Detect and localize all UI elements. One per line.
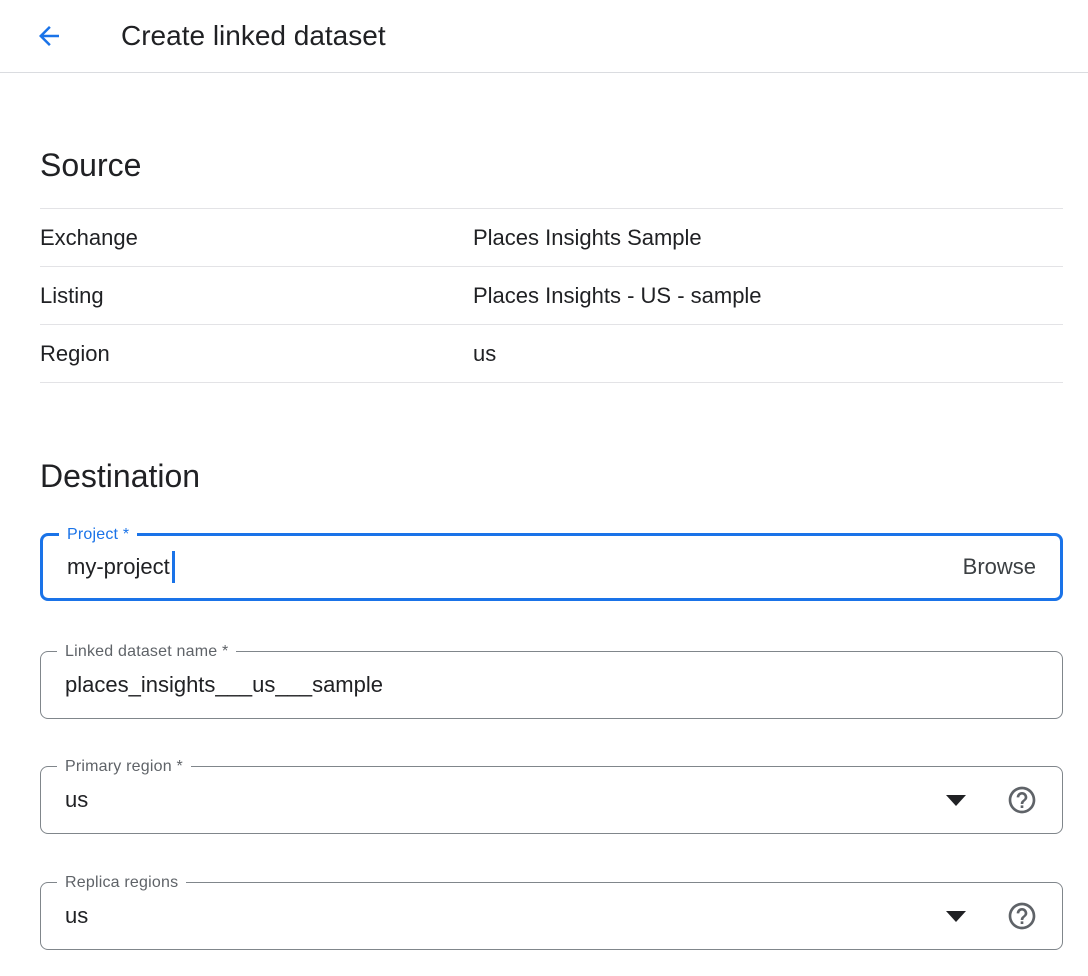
help-outline-icon [1006,784,1038,816]
row-label: Exchange [40,225,473,251]
replica-regions-select[interactable]: Replica regions us [40,882,1063,950]
replica-regions-label: Replica regions [57,873,186,893]
project-field[interactable]: Project * my-project Browse [40,533,1063,601]
primary-region-label: Primary region * [57,757,191,777]
project-field-value[interactable]: my-project [67,554,170,580]
row-label: Region [40,341,473,367]
linked-dataset-name-value[interactable]: places_insights___us___sample [65,672,383,698]
primary-region-select[interactable]: Primary region * us [40,766,1063,834]
back-button[interactable] [33,20,65,52]
row-value: Places Insights - US - sample [473,283,762,309]
caret-down-icon[interactable] [946,795,966,806]
source-table: Exchange Places Insights Sample Listing … [40,208,1063,383]
destination-heading: Destination [40,456,1063,496]
project-field-label: Project * [59,525,137,545]
row-value: Places Insights Sample [473,225,702,251]
row-label: Listing [40,283,473,309]
linked-dataset-name-label: Linked dataset name * [57,642,236,662]
text-cursor [172,551,175,583]
linked-dataset-name-field[interactable]: Linked dataset name * places_insights___… [40,651,1063,719]
main-content: Source Exchange Places Insights Sample L… [0,145,1088,950]
table-row-listing: Listing Places Insights - US - sample [40,267,1063,325]
browse-button[interactable]: Browse [963,554,1036,580]
primary-region-help-button[interactable] [1006,784,1038,816]
replica-regions-help-button[interactable] [1006,900,1038,932]
row-value: us [473,341,496,367]
caret-down-icon[interactable] [946,911,966,922]
source-heading: Source [40,145,1063,185]
primary-region-value: us [65,787,88,813]
header: Create linked dataset [0,0,1088,73]
page-title: Create linked dataset [121,18,386,54]
table-row-region: Region us [40,325,1063,383]
replica-regions-value: us [65,903,88,929]
help-outline-icon [1006,900,1038,932]
table-row-exchange: Exchange Places Insights Sample [40,209,1063,267]
arrow-back-icon [34,21,64,51]
